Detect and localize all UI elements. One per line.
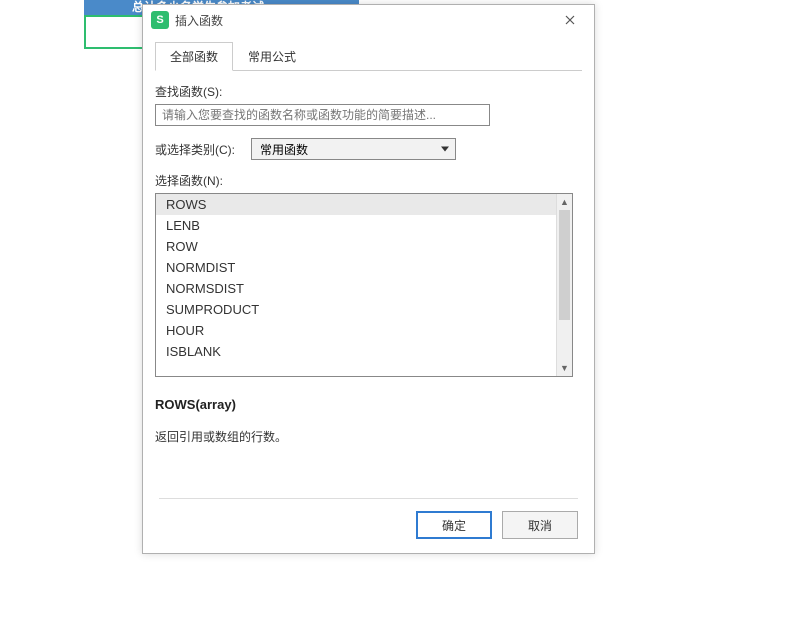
dialog-body: 全部函数 常用公式 查找函数(S): 或选择类别(C): 常用函数 选择函数(N…	[143, 35, 594, 497]
category-select[interactable]: 常用函数	[251, 138, 456, 160]
close-button[interactable]	[554, 8, 586, 32]
category-label: 或选择类别(C):	[155, 141, 235, 158]
list-item[interactable]: HOUR	[156, 320, 556, 341]
scroll-down-arrow[interactable]: ▼	[557, 360, 572, 376]
select-function-label: 选择函数(N):	[155, 172, 582, 189]
insert-function-dialog: S 插入函数 全部函数 常用公式 查找函数(S): 或选择类别(C): 常用函数…	[142, 4, 595, 554]
list-item[interactable]: NORMDIST	[156, 257, 556, 278]
tab-bar: 全部函数 常用公式	[155, 41, 582, 71]
list-item[interactable]: SUMPRODUCT	[156, 299, 556, 320]
scroll-up-arrow[interactable]: ▲	[557, 194, 572, 210]
category-selected-value: 常用函数	[260, 141, 308, 158]
function-syntax: ROWS(array)	[155, 397, 582, 412]
tab-common-formulas[interactable]: 常用公式	[233, 42, 311, 71]
close-icon	[565, 15, 575, 25]
function-listbox[interactable]: ROWSLENBROWNORMDISTNORMSDISTSUMPRODUCTHO…	[155, 193, 573, 377]
list-item[interactable]: LENB	[156, 215, 556, 236]
ok-button[interactable]: 确定	[416, 511, 492, 539]
cancel-button[interactable]: 取消	[502, 511, 578, 539]
search-label: 查找函数(S):	[155, 83, 582, 100]
search-input[interactable]	[155, 104, 490, 126]
dialog-titlebar[interactable]: S 插入函数	[143, 5, 594, 35]
app-icon: S	[151, 11, 169, 29]
list-item[interactable]: ROWS	[156, 194, 556, 215]
function-description: 返回引用或数组的行数。	[155, 428, 582, 445]
list-item[interactable]: ROW	[156, 236, 556, 257]
tab-all-functions[interactable]: 全部函数	[155, 42, 233, 71]
listbox-scrollbar[interactable]: ▲ ▼	[556, 194, 572, 376]
list-item[interactable]: ISBLANK	[156, 341, 556, 362]
scroll-thumb[interactable]	[559, 210, 570, 320]
dialog-title: 插入函数	[175, 12, 554, 29]
dialog-button-row: 确定 取消	[159, 498, 578, 539]
list-item[interactable]: NORMSDIST	[156, 278, 556, 299]
